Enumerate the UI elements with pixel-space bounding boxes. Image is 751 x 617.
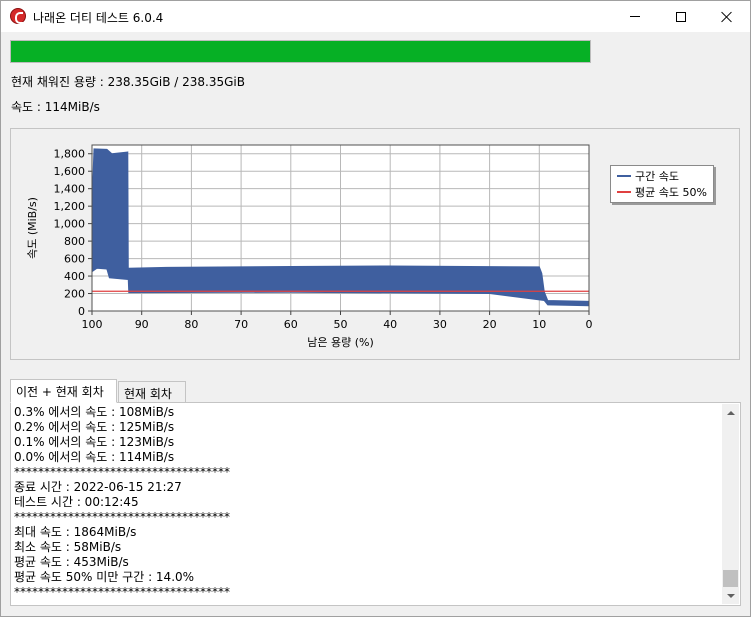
maximize-icon bbox=[676, 11, 686, 22]
x-tick-label: 70 bbox=[234, 318, 248, 331]
x-tick-label: 10 bbox=[532, 318, 546, 331]
scroll-thumb[interactable] bbox=[723, 570, 738, 587]
window-title: 나래온 더티 테스트 6.0.4 bbox=[33, 11, 164, 25]
speed-chart-panel: 100 90 80 70 60 50 40 30 20 10 0 0 200 400 600 800 1,000… bbox=[10, 128, 740, 360]
legend-swatch bbox=[617, 175, 631, 177]
y-tick-label: 1,200 bbox=[54, 200, 86, 213]
x-tick-label: 100 bbox=[82, 318, 103, 331]
y-tick-label: 400 bbox=[64, 270, 85, 283]
legend-swatch bbox=[617, 191, 631, 193]
y-tick-label: 0 bbox=[78, 305, 85, 318]
log-line: 평균 속도 50% 미만 구간 : 14.0% bbox=[14, 570, 195, 584]
y-tick-label: 600 bbox=[64, 253, 85, 266]
x-tick-label: 80 bbox=[184, 318, 198, 331]
scroll-down-button[interactable] bbox=[722, 587, 739, 604]
legend-label: 구간 속도 bbox=[635, 170, 679, 183]
log-line: 최대 속도 : 1864MiB/s bbox=[14, 525, 137, 539]
chevron-up-icon bbox=[726, 410, 735, 415]
speed-chart: 100 90 80 70 60 50 40 30 20 10 002004006008001,000… bbox=[26, 144, 593, 349]
legend-label: 평균 속도 50% bbox=[635, 186, 707, 199]
app-logo-icon bbox=[10, 8, 26, 24]
legend-item-average-speed: 평균 속도 50% bbox=[617, 185, 707, 199]
log-line: 평균 속도 : 453MiB/s bbox=[14, 555, 129, 569]
chevron-down-icon bbox=[726, 593, 735, 598]
capacity-status: 현재 채워진 용량 : 238.35GiB / 238.35GiB bbox=[11, 75, 245, 89]
title-bar[interactable]: 나래온 더티 테스트 6.0.4 bbox=[1, 1, 750, 32]
close-icon bbox=[721, 11, 733, 23]
x-axis-label: 남은 용량 (%) bbox=[307, 336, 374, 349]
log-line: ************************************ bbox=[14, 465, 230, 479]
x-tick-label: 60 bbox=[284, 318, 298, 331]
log-line: ************************************ bbox=[14, 510, 230, 524]
app-window: 나래온 더티 테스트 6.0.4 현재 채워진 용량 : 238.35GiB /… bbox=[0, 0, 751, 617]
x-tick-label: 0 bbox=[586, 318, 593, 331]
x-tick-label: 20 bbox=[483, 318, 497, 331]
y-tick-label: 1,800 bbox=[54, 148, 86, 161]
log-scrollbar[interactable] bbox=[722, 404, 739, 604]
chart-legend: 구간 속도 평균 속도 50% bbox=[610, 165, 714, 203]
scroll-up-button[interactable] bbox=[722, 404, 739, 421]
tab-previous-and-current[interactable]: 이전 + 현재 회차 bbox=[10, 379, 117, 403]
log-line: 0.2% 에서의 속도 : 125MiB/s bbox=[14, 420, 175, 434]
x-tick-label: 90 bbox=[135, 318, 149, 331]
log-line: 종료 시간 : 2022-06-15 21:27 bbox=[14, 480, 182, 494]
progress-fill bbox=[11, 41, 590, 62]
close-button[interactable] bbox=[704, 1, 750, 32]
minimize-button[interactable] bbox=[612, 1, 658, 32]
log-line: ************************************ bbox=[14, 585, 230, 599]
log-panel[interactable]: 0.3% 에서의 속도 : 108MiB/s 0.2% 에서의 속도 : 125M… bbox=[10, 402, 741, 606]
x-tick-label: 30 bbox=[433, 318, 447, 331]
log-text[interactable]: 0.3% 에서의 속도 : 108MiB/s 0.2% 에서의 속도 : 125M… bbox=[14, 405, 714, 603]
x-tick-label: 50 bbox=[334, 318, 348, 331]
tab-current[interactable]: 현재 회차 bbox=[118, 381, 186, 403]
y-tick-label: 1,600 bbox=[54, 165, 86, 178]
log-line: 최소 속도 : 58MiB/s bbox=[14, 540, 122, 554]
log-line: 0.1% 에서의 속도 : 123MiB/s bbox=[14, 435, 175, 449]
log-line: 테스트 시간 : 00:12:45 bbox=[14, 495, 139, 509]
y-axis-label: 속도 (MiB/s) bbox=[26, 197, 39, 259]
speed-status: 속도 : 114MiB/s bbox=[11, 100, 100, 114]
y-tick-label: 1,000 bbox=[54, 218, 86, 231]
x-tick-label: 40 bbox=[383, 318, 397, 331]
log-line: 0.0% 에서의 속도 : 114MiB/s bbox=[14, 450, 175, 464]
minimize-icon bbox=[630, 16, 640, 17]
y-tick-label: 200 bbox=[64, 288, 85, 301]
maximize-button[interactable] bbox=[658, 1, 704, 32]
legend-item-section-speed: 구간 속도 bbox=[617, 169, 679, 183]
y-tick-label: 800 bbox=[64, 235, 85, 248]
log-line: 0.3% 에서의 속도 : 108MiB/s bbox=[14, 405, 175, 419]
y-tick-label: 1,400 bbox=[54, 183, 86, 196]
progress-bar bbox=[10, 40, 591, 63]
